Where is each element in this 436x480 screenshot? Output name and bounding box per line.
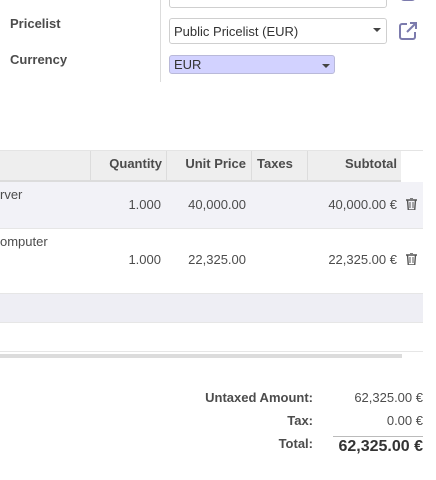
total-value: 62,325.00 € xyxy=(338,438,423,455)
empty-row xyxy=(0,294,423,323)
sale-order-form: Pricelist Public Pricelist (EUR) Currenc… xyxy=(0,0,436,480)
pricelist-label: Pricelist xyxy=(10,16,61,31)
external-link-icon[interactable] xyxy=(398,21,418,41)
line-subtotal: 40,000.00 € xyxy=(328,197,397,212)
table-header: Quantity Unit Price Taxes Subtotal xyxy=(0,150,423,182)
column-divider xyxy=(251,151,252,182)
table-row[interactable]: omputer 1.000 22,325.00 22,325.00 € xyxy=(0,229,423,294)
currency-label: Currency xyxy=(10,52,68,67)
total-divider xyxy=(333,436,423,437)
column-header-taxes[interactable]: Taxes xyxy=(257,151,307,182)
line-unit-price[interactable]: 22,325.00 xyxy=(167,252,246,267)
trash-icon[interactable] xyxy=(406,197,417,211)
total-label: Total: xyxy=(278,436,313,451)
untaxed-amount-label: Untaxed Amount: xyxy=(205,390,313,405)
currency-value: EUR xyxy=(174,57,202,72)
pricelist-value: Public Pricelist (EUR) xyxy=(174,24,299,39)
column-header-unit-price[interactable]: Unit Price xyxy=(167,151,246,182)
column-header-quantity[interactable]: Quantity xyxy=(91,151,162,182)
line-unit-price[interactable]: 40,000.00 xyxy=(167,197,246,212)
trash-icon[interactable] xyxy=(406,252,417,266)
caret-down-icon[interactable] xyxy=(322,64,330,68)
line-description[interactable]: rver xyxy=(0,187,22,202)
line-quantity[interactable]: 1.000 xyxy=(91,197,161,212)
table-row[interactable]: rver 1.000 40,000.00 40,000.00 € xyxy=(0,182,423,229)
column-header-subtotal[interactable]: Subtotal xyxy=(308,151,397,182)
external-link-icon[interactable] xyxy=(398,0,416,4)
tax-value: 0.00 € xyxy=(386,413,423,428)
empty-row xyxy=(0,323,423,352)
header-spacer xyxy=(401,151,423,182)
line-subtotal: 22,325.00 € xyxy=(328,252,397,267)
caret-down-icon[interactable] xyxy=(373,28,381,32)
currency-select[interactable]: EUR xyxy=(169,55,335,74)
untaxed-amount-value: 62,325.00 € xyxy=(354,390,423,405)
partner-field-clipped[interactable] xyxy=(169,0,387,8)
tax-label: Tax: xyxy=(287,413,313,428)
pricelist-select[interactable]: Public Pricelist (EUR) xyxy=(169,18,387,44)
table-footer-bar xyxy=(0,354,402,358)
line-description[interactable]: omputer xyxy=(0,234,48,249)
form-column-divider xyxy=(160,0,161,82)
line-quantity[interactable]: 1.000 xyxy=(91,252,161,267)
